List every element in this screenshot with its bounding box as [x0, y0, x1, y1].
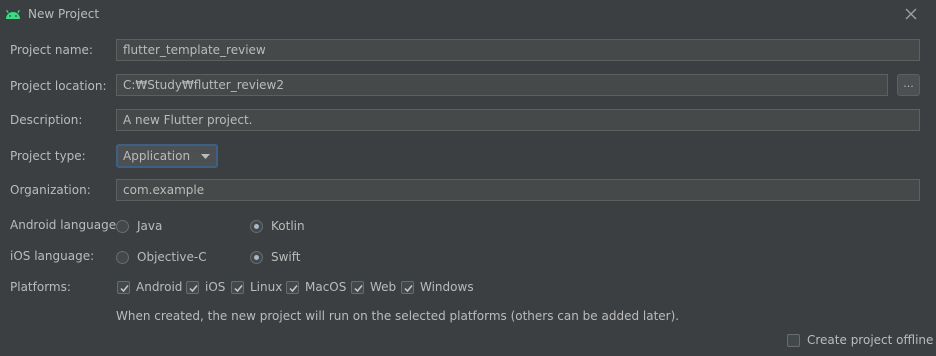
project-type-value: Application — [123, 149, 191, 163]
checkbox-ios-box[interactable] — [186, 280, 199, 294]
window-title: New Project — [28, 7, 100, 21]
checkbox-windows[interactable]: Windows — [401, 280, 474, 294]
checkbox-windows-box[interactable] — [401, 280, 414, 294]
checkbox-android-label: Android — [136, 280, 183, 294]
checkmark-icon — [189, 284, 198, 292]
radio-swift-indicator[interactable] — [250, 250, 263, 264]
radio-kotlin-label: Kotlin — [271, 219, 305, 233]
android-icon — [6, 9, 20, 19]
platforms-hint: When created, the new project will run o… — [116, 309, 680, 323]
project-location-input[interactable] — [116, 74, 888, 96]
checkbox-ios-label: iOS — [205, 280, 226, 294]
ios-language-label: iOS language: — [10, 249, 95, 263]
chevron-down-icon — [201, 154, 210, 159]
android-language-label: Android language: — [10, 218, 121, 232]
radio-kotlin-indicator[interactable] — [250, 219, 263, 233]
checkbox-create-offline-box[interactable] — [787, 333, 800, 347]
description-label: Description: — [10, 113, 83, 127]
radio-java-label: Java — [137, 219, 163, 233]
checkmark-icon — [234, 284, 243, 292]
project-name-input[interactable] — [116, 39, 920, 61]
organization-label: Organization: — [10, 183, 91, 197]
checkbox-macos[interactable]: MacOS — [286, 280, 346, 294]
checkbox-create-offline[interactable]: Create project offline — [787, 333, 933, 347]
checkmark-icon — [404, 284, 413, 292]
checkbox-android[interactable]: Android — [117, 280, 182, 294]
checkbox-web[interactable]: Web — [351, 280, 396, 294]
project-type-dropdown[interactable]: Application — [116, 144, 218, 168]
checkmark-icon — [354, 284, 363, 292]
checkmark-icon — [120, 284, 129, 292]
radio-kotlin[interactable]: Kotlin — [250, 219, 305, 233]
radio-swift[interactable]: Swift — [250, 250, 300, 264]
checkmark-icon — [289, 284, 298, 292]
checkbox-macos-box[interactable] — [286, 280, 299, 294]
project-type-label: Project type: — [10, 149, 86, 163]
checkbox-android-box[interactable] — [117, 280, 130, 294]
close-icon[interactable] — [902, 5, 920, 23]
radio-swift-label: Swift — [271, 250, 301, 264]
platforms-label: Platforms: — [10, 280, 71, 294]
project-location-label: Project location: — [10, 79, 107, 93]
checkbox-windows-label: Windows — [420, 280, 474, 294]
checkbox-macos-label: MacOS — [305, 280, 347, 294]
checkbox-linux-label: Linux — [250, 280, 283, 294]
checkbox-linux-box[interactable] — [231, 280, 244, 294]
radio-objective-c-indicator[interactable] — [116, 250, 129, 264]
project-name-label: Project name: — [10, 43, 93, 57]
radio-objective-c-label: Objective-C — [137, 250, 207, 264]
browse-button[interactable]: ... — [897, 74, 920, 96]
description-input[interactable] — [116, 109, 920, 131]
organization-input[interactable] — [116, 179, 920, 201]
checkbox-linux[interactable]: Linux — [231, 280, 282, 294]
radio-java-indicator[interactable] — [116, 219, 129, 233]
title-bar: New Project — [0, 0, 936, 28]
checkbox-ios[interactable]: iOS — [186, 280, 225, 294]
checkbox-create-offline-label: Create project offline — [807, 333, 934, 347]
radio-objective-c[interactable]: Objective-C — [116, 250, 207, 264]
radio-java[interactable]: Java — [116, 219, 162, 233]
checkbox-web-box[interactable] — [351, 280, 364, 294]
checkbox-web-label: Web — [370, 280, 397, 294]
